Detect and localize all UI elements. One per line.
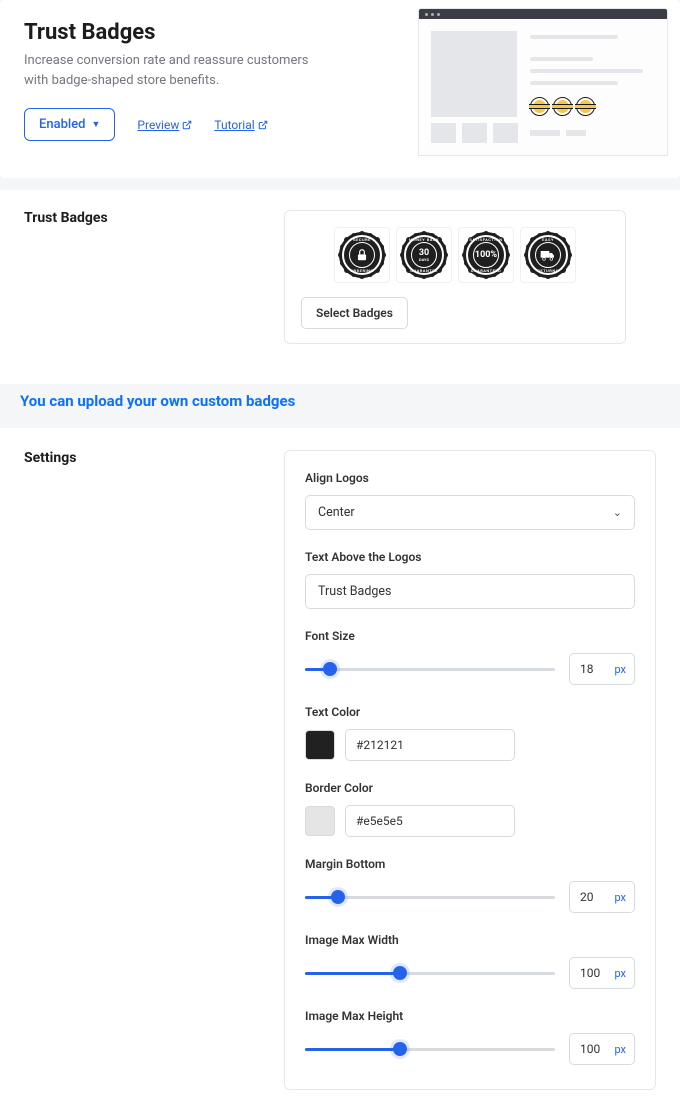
enabled-label: Enabled — [39, 117, 86, 132]
font-size-label: Font Size — [305, 629, 635, 643]
margin-bottom-label: Margin Bottom — [305, 857, 635, 871]
badge-row: SECUREORDERINGMONEY BACK30DAYSGUARANTEES… — [301, 227, 609, 283]
settings-title: Settings — [24, 450, 254, 1090]
font-size-value: 18 — [570, 654, 610, 684]
image-max-height-unit: px — [610, 1035, 634, 1064]
external-link-icon — [182, 120, 192, 130]
header-actions: Enabled ▼ Preview Tutorial — [24, 108, 398, 141]
header-info: Trust Badges Increase conversion rate an… — [24, 20, 398, 156]
annotation-text: You can upload your own custom badges — [20, 384, 680, 410]
image-max-height-field: Image Max Height 100 px — [305, 1009, 635, 1065]
image-max-width-field: Image Max Width 100 px — [305, 933, 635, 989]
font-size-field: Font Size 18 px — [305, 629, 635, 685]
border-color-swatch[interactable] — [305, 806, 335, 836]
preview-link[interactable]: Preview — [137, 118, 192, 132]
chevron-down-icon: ⌄ — [613, 506, 622, 519]
font-size-slider[interactable] — [305, 657, 555, 681]
font-size-unit: px — [610, 655, 634, 684]
margin-bottom-field: Margin Bottom 20 px — [305, 857, 635, 913]
text-above-field: Text Above the Logos — [305, 550, 635, 609]
tutorial-link[interactable]: Tutorial — [214, 118, 267, 132]
margin-bottom-value-box[interactable]: 20 px — [569, 881, 635, 913]
settings-panel: Align Logos Center ⌄ Text Above the Logo… — [284, 450, 656, 1090]
image-max-width-slider[interactable] — [305, 961, 555, 985]
trust-badges-section: Trust Badges SECUREORDERINGMONEY BACK30D… — [0, 190, 680, 384]
preview-mockup — [418, 8, 668, 156]
align-logos-field: Align Logos Center ⌄ — [305, 471, 635, 530]
text-color-input[interactable] — [345, 729, 515, 761]
image-max-width-unit: px — [610, 959, 634, 988]
page-title: Trust Badges — [24, 20, 398, 45]
border-color-field: Border Color — [305, 781, 635, 837]
font-size-value-box[interactable]: 18 px — [569, 653, 635, 685]
badge-item[interactable]: SATISFACTION100%GUARANTEED — [458, 227, 514, 283]
enabled-dropdown-button[interactable]: Enabled ▼ — [24, 108, 115, 141]
image-max-height-value: 100 — [570, 1034, 610, 1064]
image-max-width-label: Image Max Width — [305, 933, 635, 947]
border-color-label: Border Color — [305, 781, 635, 795]
page-description: Increase conversion rate and reassure cu… — [24, 51, 334, 90]
text-color-label: Text Color — [305, 705, 635, 719]
text-above-label: Text Above the Logos — [305, 550, 635, 564]
external-link-icon — [258, 120, 268, 130]
badge-item[interactable]: EASYRETURNS — [520, 227, 576, 283]
badge-item[interactable]: MONEY BACK30DAYSGUARANTEE — [396, 227, 452, 283]
image-max-height-label: Image Max Height — [305, 1009, 635, 1023]
image-max-width-value-box[interactable]: 100 px — [569, 957, 635, 989]
image-max-width-value: 100 — [570, 958, 610, 988]
header-card: Trust Badges Increase conversion rate an… — [0, 0, 680, 178]
align-logos-select[interactable]: Center ⌄ — [305, 495, 635, 530]
margin-bottom-slider[interactable] — [305, 885, 555, 909]
badge-item[interactable]: SECUREORDERING — [334, 227, 390, 283]
align-logos-value: Center — [318, 505, 355, 520]
image-max-height-value-box[interactable]: 100 px — [569, 1033, 635, 1065]
text-above-input[interactable] — [305, 574, 635, 609]
preview-label: Preview — [137, 118, 179, 132]
section-title: Trust Badges — [24, 210, 254, 344]
settings-section: Settings Align Logos Center ⌄ Text Above… — [0, 428, 680, 1118]
margin-bottom-value: 20 — [570, 882, 610, 912]
mockup-titlebar — [419, 9, 667, 19]
mockup-badges-row — [530, 97, 655, 116]
caret-down-icon: ▼ — [92, 119, 101, 130]
image-max-height-slider[interactable] — [305, 1037, 555, 1061]
tutorial-label: Tutorial — [214, 118, 254, 132]
margin-bottom-unit: px — [610, 883, 634, 912]
align-logos-label: Align Logos — [305, 471, 635, 485]
select-badges-button[interactable]: Select Badges — [301, 297, 408, 329]
badge-selection-box: SECUREORDERINGMONEY BACK30DAYSGUARANTEES… — [284, 210, 626, 344]
text-color-swatch[interactable] — [305, 730, 335, 760]
text-color-field: Text Color — [305, 705, 635, 761]
border-color-input[interactable] — [345, 805, 515, 837]
mockup-image-placeholder — [431, 31, 517, 117]
